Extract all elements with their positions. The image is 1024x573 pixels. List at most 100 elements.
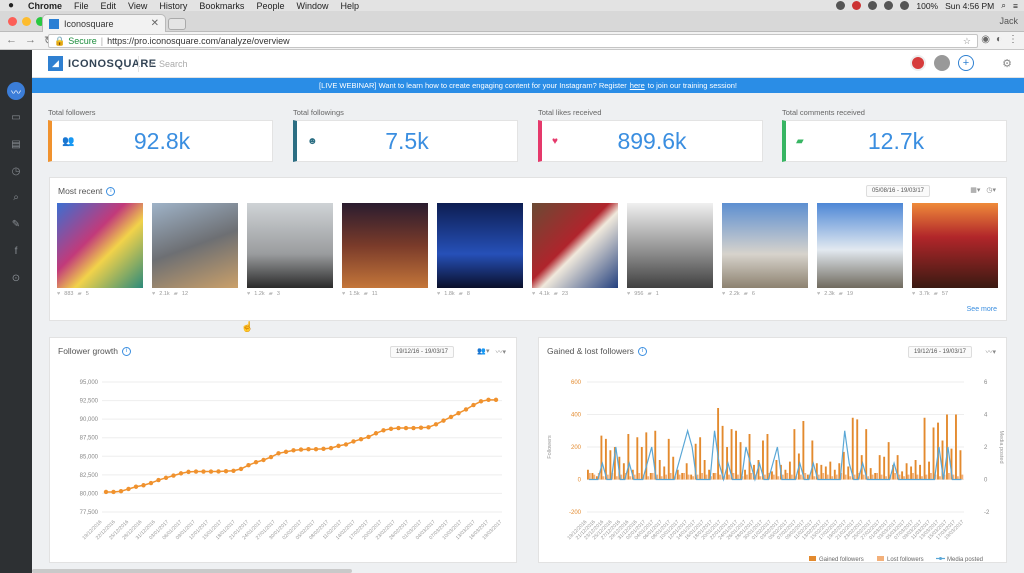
post-thumbnail[interactable] (57, 203, 143, 288)
menu-history[interactable]: History (153, 1, 193, 11)
post-comments: 8 (466, 291, 470, 297)
gained-bar (874, 473, 877, 480)
post-thumbnail[interactable] (817, 203, 903, 288)
post-card[interactable]: ♥ 1.2k ▰ 3 (247, 203, 333, 297)
menu-help[interactable]: Help (334, 1, 365, 11)
horizontal-scrollbar[interactable] (32, 569, 352, 573)
post-likes: 2.3k (824, 291, 835, 297)
lost-bar (844, 474, 847, 480)
date-range-picker[interactable]: 19/12/16 - 19/03/17 (389, 346, 454, 358)
account-avatar[interactable] (910, 55, 926, 71)
post-thumbnail[interactable] (437, 203, 523, 288)
tab-close-icon[interactable]: ✕ (151, 18, 159, 29)
post-thumbnail[interactable] (627, 203, 713, 288)
post-likes: 956 (634, 291, 644, 297)
post-card[interactable]: ♥ 1.8k ▰ 8 (437, 203, 523, 297)
info-icon[interactable]: i (122, 346, 131, 356)
banner-register-link[interactable]: here (630, 81, 645, 90)
volume-icon[interactable] (900, 1, 910, 10)
bookmark-star-icon[interactable]: ☆ (963, 36, 971, 47)
clock-icon[interactable]: ◷▾ (986, 186, 996, 194)
post-card[interactable]: ♥ 1.5k ▰ 11 (342, 203, 428, 297)
gained-bar (663, 466, 666, 480)
menu-people[interactable]: People (250, 1, 290, 11)
media-nav-icon[interactable]: ▤ (7, 135, 25, 153)
chrome-menu-icon[interactable]: ⋮ (1008, 34, 1018, 45)
post-thumbnail[interactable] (912, 203, 998, 288)
menu-file[interactable]: File (68, 1, 95, 11)
extension-icon[interactable]: ◐ (996, 34, 1002, 45)
extension-icon[interactable]: ◉ (981, 34, 990, 45)
status-icon[interactable] (868, 1, 878, 10)
post-card[interactable]: ♥ 3.7k ▰ 57 (912, 203, 998, 297)
close-window-button[interactable] (8, 17, 17, 26)
lost-bar (736, 474, 739, 480)
post-thumbnail[interactable] (152, 203, 238, 288)
wifi-icon[interactable] (884, 1, 894, 10)
follower-growth-title: Follower growth (58, 346, 118, 356)
menu-bookmarks[interactable]: Bookmarks (193, 1, 250, 11)
data-point (156, 477, 161, 483)
gained-bar (591, 473, 594, 480)
gained-bar (699, 437, 702, 480)
facebook-nav-icon[interactable]: f (7, 242, 25, 260)
data-point (276, 451, 281, 456)
tools-nav-icon[interactable]: ✎ (7, 215, 25, 233)
analytics-nav-icon[interactable]: 〰 (7, 82, 25, 100)
schedule-nav-icon[interactable]: ◷ (7, 162, 25, 180)
url-text[interactable]: https://pro.iconosquare.com/analyze/over… (107, 36, 290, 46)
menu-edit[interactable]: Edit (95, 1, 123, 11)
address-bar[interactable]: 🔒 Secure | https://pro.iconosquare.com/a… (48, 34, 978, 48)
explore-nav-icon[interactable]: ⊙ (7, 269, 25, 287)
post-thumbnail[interactable] (342, 203, 428, 288)
apple-icon[interactable]: ● (0, 0, 22, 11)
forward-icon[interactable]: → (25, 34, 36, 47)
logo-mark-icon: ◢ (48, 56, 63, 71)
post-card[interactable]: ♥ 2.1k ▰ 12 (152, 203, 238, 297)
status-icon[interactable] (836, 1, 846, 10)
date-range-picker[interactable]: 05/08/16 - 19/03/17 (865, 185, 930, 197)
post-card[interactable]: ♥ 2.2k ▰ 6 (722, 203, 808, 297)
new-tab-button[interactable] (168, 18, 186, 30)
chart-type-icon[interactable]: 〰▾ (495, 347, 506, 357)
lost-bar (862, 474, 865, 480)
settings-gear-icon[interactable]: ⚙ (1002, 57, 1012, 70)
menu-list-icon[interactable]: ≡ (1013, 1, 1018, 11)
post-thumbnail[interactable] (722, 203, 808, 288)
date-range-picker[interactable]: 19/12/16 - 19/03/17 (907, 346, 972, 358)
messages-nav-icon[interactable]: ▭ (7, 108, 25, 126)
people-filter-icon[interactable]: 👥▾ (477, 347, 489, 357)
calendar-icon[interactable]: ▦▾ (970, 186, 980, 194)
menu-view[interactable]: View (122, 1, 153, 11)
chart-type-icon[interactable]: 〰▾ (985, 347, 996, 357)
gained-bar (887, 442, 890, 480)
menu-app[interactable]: Chrome (22, 1, 68, 11)
menu-window[interactable]: Window (290, 1, 334, 11)
battery-level[interactable]: 100% (916, 1, 938, 11)
search-box[interactable]: ⌕ Search (138, 56, 188, 72)
search-nav-icon[interactable]: ⌕ (7, 188, 25, 206)
clock[interactable]: Sun 4:56 PM (945, 1, 994, 11)
add-account-icon[interactable]: + (958, 55, 974, 71)
search-input[interactable]: Search (159, 59, 188, 69)
post-card[interactable]: ♥ 883 ▰ 5 (57, 203, 143, 297)
post-thumbnail[interactable] (247, 203, 333, 288)
data-point (433, 422, 439, 427)
info-icon[interactable]: i (637, 346, 647, 356)
account-avatar[interactable] (934, 55, 950, 71)
post-card[interactable]: ♥ 2.3k ▰ 19 (817, 203, 903, 297)
see-more-link[interactable]: See more (967, 306, 997, 313)
lost-bar (835, 474, 838, 480)
post-comments: 1 (655, 291, 659, 297)
minimize-window-button[interactable] (22, 17, 31, 26)
gained-bar (600, 435, 603, 480)
info-icon[interactable]: i (106, 186, 116, 196)
post-card[interactable]: ♥ 4.1k ▰ 23 (532, 203, 618, 297)
post-card[interactable]: ♥ 956 ▰ 1 (627, 203, 713, 297)
recording-icon[interactable] (852, 1, 862, 10)
back-icon[interactable]: ← (6, 34, 17, 47)
browser-tab[interactable]: Iconosquare ✕ (42, 14, 166, 32)
spotlight-icon[interactable]: ⌕ (1001, 0, 1006, 11)
profile-name[interactable]: Jack (999, 16, 1018, 26)
post-thumbnail[interactable] (532, 203, 618, 288)
